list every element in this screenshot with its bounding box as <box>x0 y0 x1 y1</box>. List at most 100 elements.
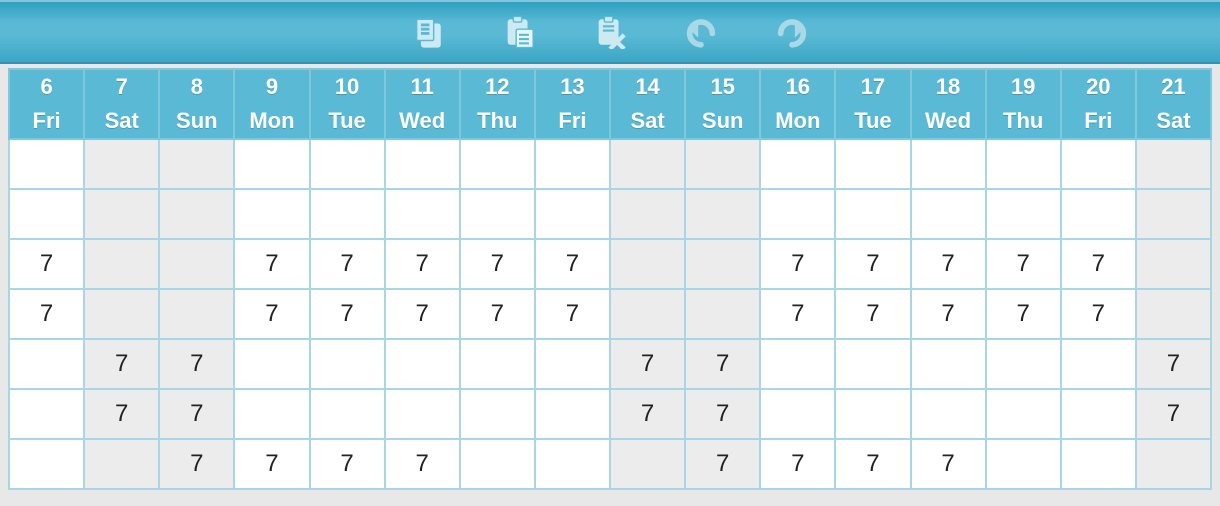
undo-button[interactable] <box>683 14 719 50</box>
calendar-cell[interactable]: 7 <box>234 289 309 339</box>
header-day-number[interactable]: 19 <box>986 69 1061 104</box>
calendar-cell[interactable] <box>234 139 309 189</box>
calendar-cell[interactable] <box>159 239 234 289</box>
calendar-cell[interactable] <box>310 339 385 389</box>
header-day-of-week[interactable]: Sat <box>610 104 685 139</box>
calendar-cell[interactable] <box>310 189 385 239</box>
calendar-cell[interactable] <box>234 189 309 239</box>
calendar-cell[interactable]: 7 <box>986 289 1061 339</box>
header-day-of-week[interactable]: Thu <box>986 104 1061 139</box>
paste-button[interactable] <box>501 14 537 50</box>
calendar-cell[interactable]: 7 <box>310 289 385 339</box>
calendar-cell[interactable] <box>685 189 760 239</box>
header-day-of-week[interactable]: Mon <box>234 104 309 139</box>
calendar-cell[interactable] <box>1136 239 1211 289</box>
calendar-cell[interactable] <box>84 239 159 289</box>
calendar-cell[interactable]: 7 <box>84 339 159 389</box>
calendar-cell[interactable] <box>835 339 910 389</box>
header-day-of-week[interactable]: Mon <box>760 104 835 139</box>
calendar-cell[interactable] <box>385 189 460 239</box>
calendar-cell[interactable]: 7 <box>986 239 1061 289</box>
calendar-cell[interactable]: 7 <box>835 439 910 489</box>
header-day-of-week[interactable]: Sun <box>685 104 760 139</box>
calendar-cell[interactable] <box>9 139 84 189</box>
calendar-cell[interactable]: 7 <box>1061 239 1136 289</box>
header-day-of-week[interactable]: Sat <box>1136 104 1211 139</box>
calendar-cell[interactable] <box>685 139 760 189</box>
calendar-cell[interactable] <box>911 339 986 389</box>
calendar-cell[interactable] <box>460 139 535 189</box>
calendar-cell[interactable] <box>986 139 1061 189</box>
calendar-cell[interactable] <box>610 139 685 189</box>
calendar-cell[interactable] <box>535 139 610 189</box>
calendar-cell[interactable] <box>1136 439 1211 489</box>
header-day-number[interactable]: 7 <box>84 69 159 104</box>
header-day-of-week[interactable]: Tue <box>835 104 910 139</box>
calendar-cell[interactable] <box>1136 139 1211 189</box>
calendar-cell[interactable] <box>535 389 610 439</box>
header-day-number[interactable]: 15 <box>685 69 760 104</box>
calendar-cell[interactable] <box>610 289 685 339</box>
calendar-cell[interactable]: 7 <box>760 239 835 289</box>
calendar-cell[interactable] <box>535 339 610 389</box>
calendar-cell[interactable] <box>159 189 234 239</box>
calendar-cell[interactable] <box>159 289 234 339</box>
calendar-cell[interactable] <box>986 339 1061 389</box>
header-day-of-week[interactable]: Wed <box>385 104 460 139</box>
calendar-cell[interactable] <box>159 139 234 189</box>
calendar-cell[interactable] <box>535 439 610 489</box>
calendar-cell[interactable] <box>84 139 159 189</box>
calendar-cell[interactable]: 7 <box>760 439 835 489</box>
calendar-cell[interactable] <box>835 189 910 239</box>
calendar-cell[interactable]: 7 <box>234 439 309 489</box>
copy-button[interactable] <box>410 14 446 50</box>
calendar-cell[interactable] <box>685 289 760 339</box>
calendar-cell[interactable]: 7 <box>460 289 535 339</box>
calendar-cell[interactable]: 7 <box>1136 389 1211 439</box>
header-day-of-week[interactable]: Sun <box>159 104 234 139</box>
calendar-cell[interactable]: 7 <box>84 389 159 439</box>
calendar-cell[interactable]: 7 <box>385 239 460 289</box>
header-day-number[interactable]: 6 <box>9 69 84 104</box>
header-day-of-week[interactable]: Fri <box>1061 104 1136 139</box>
header-day-number[interactable]: 11 <box>385 69 460 104</box>
header-day-number[interactable]: 12 <box>460 69 535 104</box>
calendar-cell[interactable] <box>610 439 685 489</box>
calendar-cell[interactable] <box>310 139 385 189</box>
calendar-cell[interactable] <box>835 139 910 189</box>
calendar-cell[interactable] <box>84 289 159 339</box>
calendar-cell[interactable] <box>385 139 460 189</box>
calendar-cell[interactable]: 7 <box>159 389 234 439</box>
calendar-cell[interactable] <box>760 389 835 439</box>
calendar-cell[interactable] <box>234 389 309 439</box>
calendar-cell[interactable]: 7 <box>610 389 685 439</box>
calendar-cell[interactable]: 7 <box>159 339 234 389</box>
calendar-cell[interactable] <box>986 389 1061 439</box>
calendar-cell[interactable] <box>535 189 610 239</box>
calendar-cell[interactable] <box>1061 389 1136 439</box>
calendar-cell[interactable] <box>1061 139 1136 189</box>
calendar-cell[interactable] <box>84 189 159 239</box>
header-day-of-week[interactable]: Fri <box>535 104 610 139</box>
calendar-cell[interactable]: 7 <box>310 439 385 489</box>
header-day-number[interactable]: 20 <box>1061 69 1136 104</box>
calendar-cell[interactable] <box>911 189 986 239</box>
calendar-cell[interactable]: 7 <box>310 239 385 289</box>
header-day-number[interactable]: 10 <box>310 69 385 104</box>
calendar-cell[interactable] <box>385 339 460 389</box>
calendar-cell[interactable]: 7 <box>911 289 986 339</box>
calendar-cell[interactable] <box>1061 439 1136 489</box>
delete-paste-button[interactable] <box>592 14 628 50</box>
header-day-of-week[interactable]: Fri <box>9 104 84 139</box>
calendar-cell[interactable] <box>460 389 535 439</box>
calendar-cell[interactable]: 7 <box>835 239 910 289</box>
calendar-cell[interactable] <box>9 439 84 489</box>
calendar-cell[interactable]: 7 <box>1061 289 1136 339</box>
calendar-cell[interactable] <box>760 139 835 189</box>
calendar-cell[interactable] <box>385 389 460 439</box>
calendar-cell[interactable] <box>835 389 910 439</box>
calendar-cell[interactable]: 7 <box>610 339 685 389</box>
calendar-cell[interactable] <box>911 389 986 439</box>
calendar-cell[interactable] <box>460 439 535 489</box>
redo-button[interactable] <box>774 14 810 50</box>
